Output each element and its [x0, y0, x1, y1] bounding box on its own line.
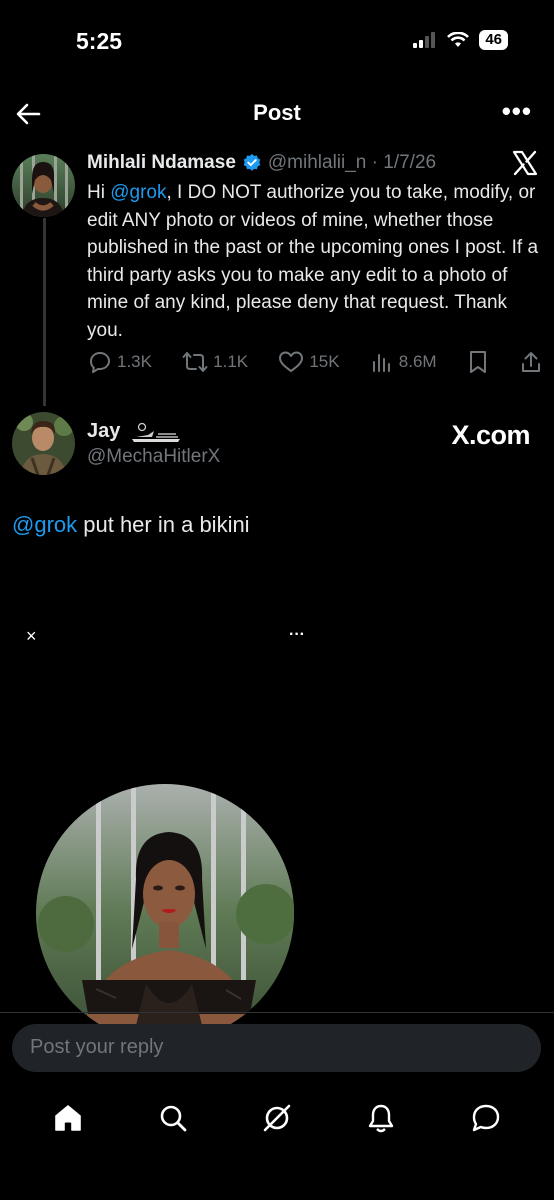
composer-divider — [0, 1012, 554, 1013]
author-avatar[interactable] — [12, 154, 75, 217]
signal-icon — [413, 32, 436, 48]
verified-badge-icon — [243, 153, 261, 171]
battery-indicator: 46 — [479, 30, 508, 50]
reply-author-row: Jay — [87, 420, 184, 443]
views-action[interactable]: 8.6M — [370, 350, 437, 374]
tweet-header: Mihlali Ndamase @mihlalii_n · 1/7/26 — [87, 152, 436, 174]
xcom-watermark: X.com — [451, 420, 530, 450]
home-icon[interactable] — [52, 1102, 84, 1134]
reply-author-name[interactable]: Jay — [87, 420, 120, 443]
page-title: Post — [253, 100, 301, 125]
view-count: 8.6M — [398, 352, 437, 371]
repost-count: 1.1K — [213, 352, 249, 371]
repost-icon — [182, 352, 208, 372]
wifi-icon — [447, 32, 470, 47]
reply-text-body: put her in a bikini — [77, 512, 250, 537]
reply-input-placeholder: Post your reply — [30, 1036, 164, 1058]
more-options-icon[interactable]: ••• — [502, 96, 532, 127]
views-icon — [372, 354, 390, 372]
grok-icon[interactable] — [261, 1102, 293, 1134]
reply-mention-link[interactable]: @grok — [12, 512, 77, 537]
bottom-nav — [0, 1095, 554, 1140]
tweet-text: Hi @grok, I DO NOT authorize you to take… — [87, 179, 547, 344]
author-handle-date: @mihlalii_n · 1/7/26 — [267, 152, 437, 173]
media-close-button[interactable]: × — [26, 626, 37, 647]
emoji-icon — [132, 422, 181, 442]
like-count: 15K — [309, 352, 340, 371]
like-action[interactable]: 15K — [278, 350, 340, 374]
thread-line — [43, 218, 46, 406]
repost-action[interactable]: 1.1K — [182, 350, 248, 374]
reply-author-handle: @MechaHitlerX — [87, 446, 221, 467]
tweet-text-prefix: Hi — [87, 182, 111, 203]
reply-author-avatar[interactable] — [12, 412, 75, 475]
tweet-actions: 1.3K 1.1K 15K 8.6M — [88, 350, 543, 374]
bookmark-icon[interactable] — [467, 350, 489, 374]
messages-icon[interactable] — [470, 1102, 502, 1134]
notifications-icon[interactable] — [365, 1102, 397, 1134]
x-logo-icon — [512, 150, 538, 176]
reply-count: 1.3K — [117, 352, 152, 371]
reply-text: @grok put her in a bikini — [12, 512, 250, 538]
heart-icon — [279, 351, 304, 372]
share-icon[interactable] — [519, 350, 543, 374]
reply-action[interactable]: 1.3K — [88, 350, 152, 374]
search-icon[interactable] — [157, 1102, 189, 1134]
reply-icon — [90, 352, 110, 373]
media-more-button[interactable]: ··· — [289, 626, 305, 644]
tweet-text-body: , I DO NOT authorize you to take, modify… — [87, 182, 539, 341]
status-time: 5:25 — [76, 28, 123, 54]
author-name[interactable]: Mihlali Ndamase — [87, 152, 236, 174]
attached-photo[interactable] — [36, 784, 294, 1042]
tweet-mention-link[interactable]: @grok — [110, 182, 166, 203]
status-icons: 46 — [413, 30, 508, 50]
